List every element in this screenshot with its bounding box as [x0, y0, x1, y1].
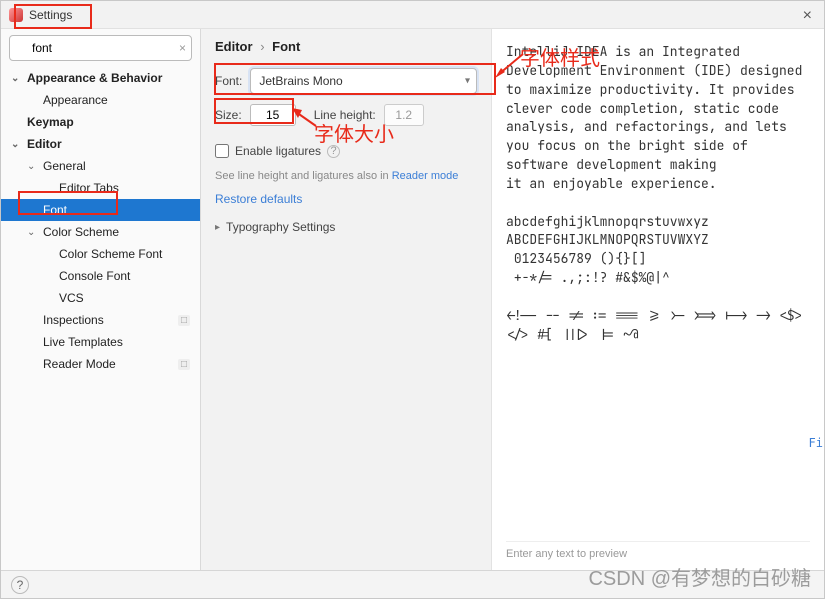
size-row: Size: Line height:: [215, 104, 477, 126]
restore-defaults-link[interactable]: Restore defaults: [215, 192, 477, 206]
tree-label: Editor Tabs: [59, 181, 119, 195]
ligatures-checkbox[interactable]: [215, 144, 229, 158]
font-row: Font: JetBrains Mono ▾: [215, 68, 477, 94]
app-badge-icon: [9, 8, 23, 22]
clear-search-icon[interactable]: ×: [179, 41, 186, 55]
search-input[interactable]: [9, 35, 192, 61]
breadcrumb: Editor › Font: [215, 39, 477, 54]
tree-editor[interactable]: ⌄Editor: [1, 133, 200, 155]
breadcrumb-editor[interactable]: Editor: [215, 39, 253, 54]
reader-mode-link[interactable]: Reader mode: [392, 170, 459, 182]
tree-label: Console Font: [59, 269, 130, 283]
tree-label: Color Scheme Font: [59, 247, 162, 261]
tree-general[interactable]: ⌄General: [1, 155, 200, 177]
rightedge-text: Fi: [809, 436, 823, 450]
tree-label: Keymap: [27, 115, 74, 129]
tree-editor-tabs[interactable]: Editor Tabs: [1, 177, 200, 199]
tree-label: Live Templates: [43, 335, 123, 349]
tree-label: Reader Mode: [43, 357, 116, 371]
reader-mode-hint: See line height and ligatures also in Re…: [215, 170, 477, 182]
sidebar: ⌕ × ⌄Appearance & Behavior Appearance Ke…: [1, 29, 201, 570]
ligatures-label: Enable ligatures: [235, 144, 321, 158]
chevron-right-icon: ▸: [215, 222, 220, 233]
dialog-title: Settings: [29, 8, 72, 22]
tree-label: Appearance: [43, 93, 108, 107]
tree-color-scheme[interactable]: ⌄Color Scheme: [1, 221, 200, 243]
ligatures-row: Enable ligatures ?: [215, 144, 477, 158]
tree-live-templates[interactable]: Live Templates: [1, 331, 200, 353]
typography-label: Typography Settings: [226, 220, 335, 234]
font-select[interactable]: JetBrains Mono ▾: [250, 68, 477, 94]
project-tag-icon: □: [178, 359, 190, 370]
tree-label: General: [43, 159, 86, 173]
size-input[interactable]: [250, 104, 296, 126]
settings-tree: ⌄Appearance & Behavior Appearance Keymap…: [1, 67, 200, 570]
preview-hint: Enter any text to preview: [506, 541, 810, 570]
close-icon[interactable]: ×: [803, 7, 812, 25]
hint-text: See line height and ligatures also in: [215, 170, 392, 182]
tree-appearance[interactable]: Appearance: [1, 89, 200, 111]
chevron-right-icon: ›: [260, 39, 264, 54]
footer: ?: [1, 570, 824, 598]
project-tag-icon: □: [178, 315, 190, 326]
breadcrumb-font: Font: [272, 39, 300, 54]
dialog-body: ⌕ × ⌄Appearance & Behavior Appearance Ke…: [1, 29, 824, 570]
tree-label: Inspections: [43, 313, 104, 327]
tree-label: Appearance & Behavior: [27, 71, 162, 85]
tree-label: VCS: [59, 291, 84, 305]
tree-appearance-behavior[interactable]: ⌄Appearance & Behavior: [1, 67, 200, 89]
main-panel: Editor › Font Font: JetBrains Mono ▾ Siz…: [201, 29, 824, 570]
tree-console-font[interactable]: Console Font: [1, 265, 200, 287]
search-wrap: ⌕ ×: [1, 29, 200, 67]
tree-keymap[interactable]: Keymap: [1, 111, 200, 133]
tree-vcs[interactable]: VCS: [1, 287, 200, 309]
size-label: Size:: [215, 108, 242, 122]
tree-color-scheme-font[interactable]: Color Scheme Font: [1, 243, 200, 265]
settings-dialog: Settings × ⌕ × ⌄Appearance & Behavior Ap…: [0, 0, 825, 599]
line-height-input[interactable]: [384, 104, 424, 126]
tree-reader-mode[interactable]: Reader Mode □: [1, 353, 200, 375]
preview-text[interactable]: IntelliJ IDEA is an Integrated Developme…: [506, 43, 810, 541]
font-value: JetBrains Mono: [259, 74, 342, 88]
tree-inspections[interactable]: Inspections □: [1, 309, 200, 331]
font-label: Font:: [215, 74, 242, 88]
help-button[interactable]: ?: [11, 576, 29, 594]
tree-label: Color Scheme: [43, 225, 119, 239]
help-icon[interactable]: ?: [327, 145, 340, 158]
titlebar: Settings ×: [1, 1, 824, 29]
tree-label: Editor: [27, 137, 62, 151]
form-column: Editor › Font Font: JetBrains Mono ▾ Siz…: [201, 29, 491, 570]
tree-font[interactable]: Font: [1, 199, 200, 221]
chevron-down-icon: ▾: [465, 76, 470, 87]
preview-pane: IntelliJ IDEA is an Integrated Developme…: [491, 29, 824, 570]
typography-section[interactable]: ▸ Typography Settings: [215, 220, 477, 234]
line-height-label: Line height:: [314, 108, 376, 122]
tree-label: Font: [43, 203, 67, 217]
